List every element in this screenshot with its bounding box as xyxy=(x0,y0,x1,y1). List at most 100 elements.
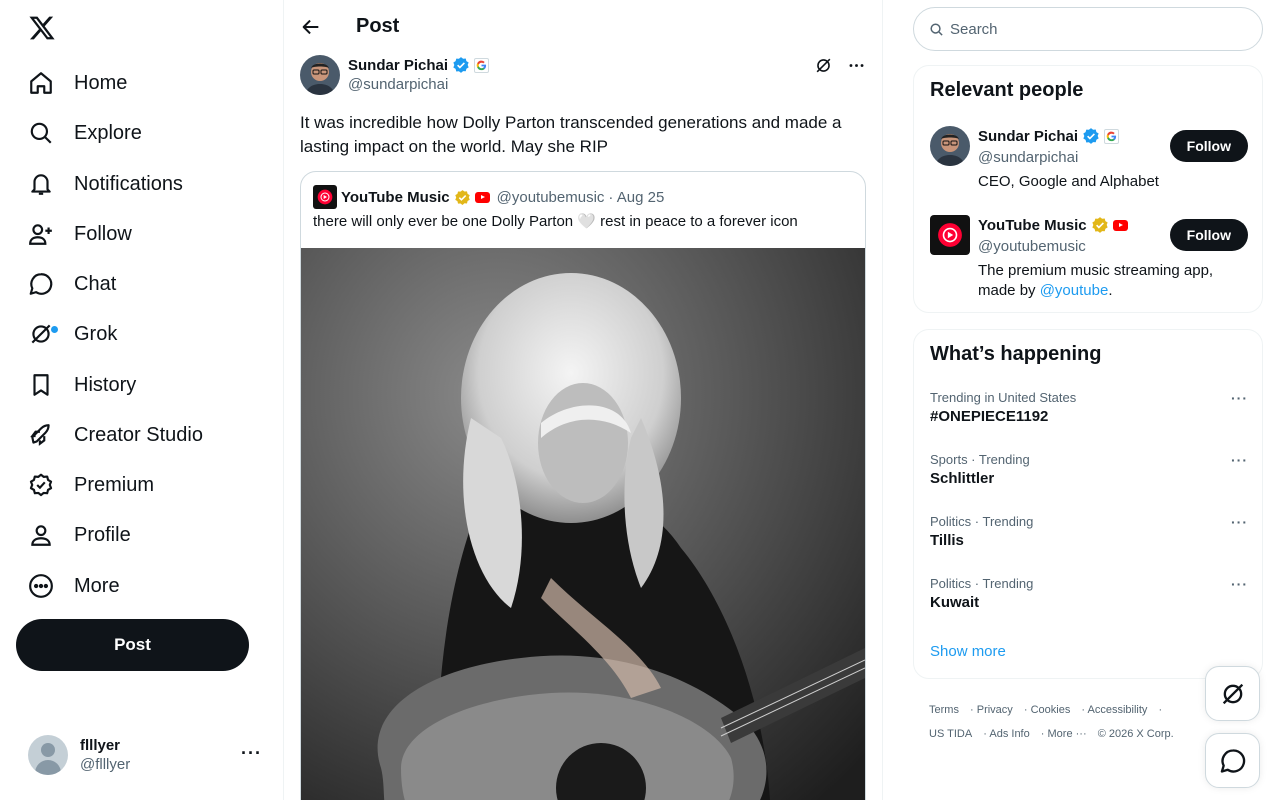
person-name: YouTube Music xyxy=(978,216,1087,234)
youtube-affiliate-icon xyxy=(474,191,490,203)
person-bio: The premium music streaming app, made by… xyxy=(978,262,1214,299)
add-person-icon xyxy=(29,224,52,245)
grok-fab-button[interactable] xyxy=(1205,666,1260,721)
chat-icon xyxy=(29,273,53,295)
avatar xyxy=(930,215,970,255)
footer-link[interactable]: More ··· xyxy=(1048,728,1087,740)
more-icon[interactable]: ··· xyxy=(1231,452,1248,468)
person-handle: @youtubemusic xyxy=(978,238,1086,255)
trend-item[interactable]: Sports · Trending Schlittler ··· xyxy=(930,452,1248,487)
nav-item-profile[interactable]: Profile xyxy=(28,513,131,557)
nav-item-history[interactable]: History xyxy=(28,363,136,407)
more-icon[interactable]: ··· xyxy=(241,743,262,764)
footer-link[interactable]: US TIDA xyxy=(929,728,972,740)
account-name: flllyer xyxy=(80,737,121,754)
gold-verified-badge-icon xyxy=(454,189,470,205)
avatar xyxy=(28,735,68,775)
follow-button[interactable]: Follow xyxy=(1169,219,1248,251)
messages-fab-button[interactable] xyxy=(1205,733,1260,788)
nav-label: Profile xyxy=(74,523,131,546)
nav-label: Home xyxy=(74,71,128,94)
nav-item-follow[interactable]: Follow xyxy=(28,212,132,256)
grok-icon-wrap xyxy=(28,321,58,347)
nav-item-chat[interactable]: Chat xyxy=(28,262,116,306)
youtube-music-avatar xyxy=(313,185,337,209)
trend-item[interactable]: Politics · Trending Kuwait ··· xyxy=(930,576,1248,611)
footer-link[interactable]: Cookies xyxy=(1031,704,1071,716)
trend-meta: Politics · Trending xyxy=(930,576,1034,591)
avatar[interactable] xyxy=(300,55,340,95)
more-icon[interactable]: ··· xyxy=(1231,514,1248,530)
post-image[interactable] xyxy=(301,248,865,800)
more-circle-icon xyxy=(29,574,53,598)
quote-author-handle: @youtubemusic xyxy=(496,188,605,206)
youtube-link[interactable]: @youtube xyxy=(1040,282,1109,299)
nav-label: Chat xyxy=(74,272,117,295)
grok-icon xyxy=(1222,683,1243,704)
account-switcher[interactable]: flllyer @flllyer ··· xyxy=(28,735,268,775)
person-bio: CEO, Google and Alphabet xyxy=(978,173,1159,190)
card-title: Relevant people xyxy=(930,79,1084,101)
person-item[interactable]: Sundar Pichai @sundarpichai CEO, Google … xyxy=(930,126,1248,196)
more-icon[interactable]: ··· xyxy=(1231,576,1248,592)
post-text: It was incredible how Dolly Parton trans… xyxy=(300,113,842,156)
quote-date: · Aug 25 xyxy=(608,188,665,206)
search-input[interactable]: Search xyxy=(913,7,1263,51)
quote-text: there will only ever be one Dolly Parton… xyxy=(313,213,798,230)
nav-label: Notifications xyxy=(74,172,183,195)
google-affiliate-icon xyxy=(1104,128,1120,144)
gold-verified-badge-icon xyxy=(1091,217,1108,233)
bookmark-icon xyxy=(33,374,49,396)
person-handle: @sundarpichai xyxy=(978,149,1079,166)
rocket-icon xyxy=(30,424,50,446)
author-handle[interactable]: @sundarpichai xyxy=(348,76,448,93)
more-icon[interactable]: ··· xyxy=(1231,390,1248,406)
nav-item-explore[interactable]: Explore xyxy=(28,111,142,155)
grok-icon xyxy=(31,324,51,344)
nav-label: Grok xyxy=(74,322,118,345)
main-column: Post Sundar Pichai @sundarpichai It was … xyxy=(284,0,883,800)
notification-dot xyxy=(51,326,58,333)
nav-item-creator-studio[interactable]: Creator Studio xyxy=(28,413,203,457)
nav-item-notifications[interactable]: Notifications xyxy=(28,162,183,206)
nav-item-grok[interactable]: Grok xyxy=(28,312,117,356)
left-navigation: Home Explore Notifications Follow Chat G… xyxy=(0,0,284,800)
relevant-people-card: Relevant people Sundar Pichai @sundarpic… xyxy=(913,65,1263,313)
nav-label: History xyxy=(74,373,137,396)
show-more-link[interactable]: Show more xyxy=(930,643,1006,660)
trend-meta: Sports · Trending xyxy=(930,452,1030,467)
nav-label: Follow xyxy=(74,222,132,245)
nav-label: Premium xyxy=(74,473,155,496)
x-logo-icon[interactable] xyxy=(28,14,56,42)
trend-item[interactable]: Trending in United States #ONEPIECE1192 … xyxy=(930,390,1248,425)
author-name[interactable]: Sundar Pichai xyxy=(348,57,448,74)
more-icon[interactable] xyxy=(847,56,866,75)
nav-label: Creator Studio xyxy=(74,423,203,446)
footer-link[interactable]: Accessibility xyxy=(1088,704,1148,716)
back-arrow-icon[interactable] xyxy=(300,16,322,38)
google-affiliate-icon[interactable] xyxy=(474,57,490,73)
quoted-post[interactable]: YouTube Music @youtubemusic · Aug 25 the… xyxy=(300,171,866,800)
youtube-affiliate-icon xyxy=(1112,219,1128,231)
grok-icon[interactable] xyxy=(814,56,833,75)
post-button[interactable]: Post xyxy=(16,619,249,671)
quote-author-name: YouTube Music xyxy=(341,188,450,206)
verified-badge-icon xyxy=(453,57,469,73)
nav-item-premium[interactable]: Premium xyxy=(28,463,154,507)
nav-item-more[interactable]: More xyxy=(28,564,120,608)
footer-link[interactable]: Ads Info xyxy=(989,728,1029,740)
bell-icon xyxy=(31,174,51,195)
nav-item-home[interactable]: Home xyxy=(28,61,127,105)
whats-happening-card: What’s happening Trending in United Stat… xyxy=(913,329,1263,679)
footer-link[interactable]: Privacy xyxy=(977,704,1013,716)
avatar xyxy=(930,126,970,166)
search-icon xyxy=(30,122,52,144)
person-item[interactable]: YouTube Music @youtubemusic The premium … xyxy=(930,215,1248,305)
person-name: Sundar Pichai xyxy=(978,127,1079,145)
follow-button[interactable]: Follow xyxy=(1169,130,1248,162)
trend-item[interactable]: Politics · Trending Tillis ··· xyxy=(930,514,1248,549)
trend-name: Kuwait xyxy=(930,594,980,611)
nav-label: More xyxy=(74,574,120,597)
footer-link[interactable]: Terms xyxy=(929,704,959,716)
nav-label: Explore xyxy=(74,121,142,144)
